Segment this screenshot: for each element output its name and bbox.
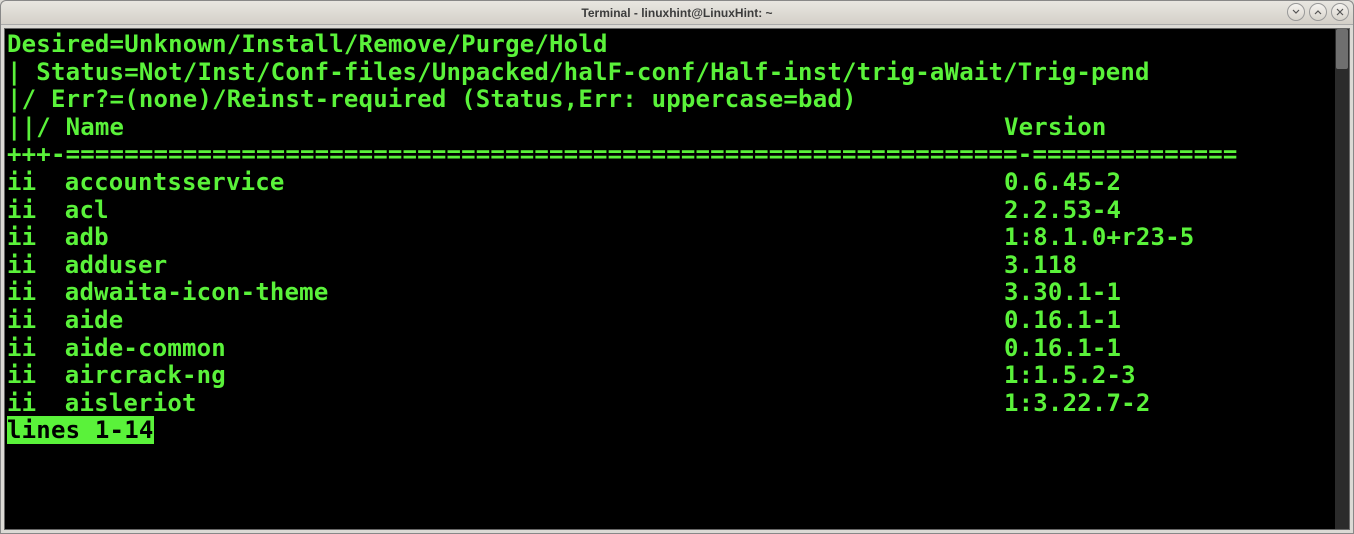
pkg-status: ii bbox=[7, 390, 65, 418]
pkg-status: ii bbox=[7, 362, 65, 390]
pager-text: lines 1-14 bbox=[7, 416, 154, 444]
pkg-status: ii bbox=[7, 197, 65, 225]
titlebar[interactable]: Terminal - linuxhint@LinuxHint: ~ bbox=[1, 1, 1353, 25]
pkg-name: aide bbox=[65, 307, 1004, 335]
pkg-name: adduser bbox=[65, 252, 1004, 280]
header-row: ||/ NameVersion bbox=[7, 114, 1335, 142]
col-name-header: ||/ Name bbox=[7, 114, 1004, 142]
pkg-status: ii bbox=[7, 224, 65, 252]
legend-line: |/ Err?=(none)/Reinst-required (Status,E… bbox=[7, 86, 1335, 114]
package-row: ii adb1:8.1.0+r23-5 bbox=[7, 224, 1335, 252]
pkg-version: 3.30.1-1 bbox=[1004, 278, 1121, 306]
maximize-button[interactable] bbox=[1309, 3, 1327, 21]
pkg-name: adwaita-icon-theme bbox=[65, 279, 1004, 307]
pkg-status: ii bbox=[7, 307, 65, 335]
pkg-name: acl bbox=[65, 197, 1004, 225]
package-row: ii adwaita-icon-theme3.30.1-1 bbox=[7, 279, 1335, 307]
legend-line: | Status=Not/Inst/Conf-files/Unpacked/ha… bbox=[7, 59, 1335, 87]
close-button[interactable] bbox=[1331, 3, 1349, 21]
pkg-version: 1:1.5.2-3 bbox=[1004, 361, 1136, 389]
pkg-name: aircrack-ng bbox=[65, 362, 1004, 390]
package-row: ii aide0.16.1-1 bbox=[7, 307, 1335, 335]
package-row: ii acl2.2.53-4 bbox=[7, 197, 1335, 225]
scrollbar[interactable] bbox=[1335, 29, 1349, 529]
pkg-version: 3.118 bbox=[1004, 251, 1077, 279]
pkg-version: 2.2.53-4 bbox=[1004, 196, 1121, 224]
pager-status: lines 1-14 bbox=[7, 417, 1335, 445]
pkg-version: 0.6.45-2 bbox=[1004, 168, 1121, 196]
legend-line: Desired=Unknown/Install/Remove/Purge/Hol… bbox=[7, 31, 1335, 59]
scrollbar-thumb[interactable] bbox=[1336, 29, 1348, 69]
pkg-version: 1:8.1.0+r23-5 bbox=[1004, 223, 1194, 251]
pkg-version: 0.16.1-1 bbox=[1004, 334, 1121, 362]
col-version-header: Version bbox=[1004, 113, 1107, 141]
pkg-name: accountsservice bbox=[65, 169, 1004, 197]
pkg-version: 1:3.22.7-2 bbox=[1004, 389, 1151, 417]
terminal-output[interactable]: Desired=Unknown/Install/Remove/Purge/Hol… bbox=[5, 29, 1335, 529]
pkg-status: ii bbox=[7, 279, 65, 307]
pkg-status: ii bbox=[7, 169, 65, 197]
package-row: ii adduser3.118 bbox=[7, 252, 1335, 280]
pkg-name: adb bbox=[65, 224, 1004, 252]
minimize-button[interactable] bbox=[1287, 3, 1305, 21]
pkg-name: aisleriot bbox=[65, 390, 1004, 418]
package-row: ii accountsservice0.6.45-2 bbox=[7, 169, 1335, 197]
package-row: ii aisleriot1:3.22.7-2 bbox=[7, 390, 1335, 418]
window-controls bbox=[1287, 3, 1349, 21]
separator-row: +++-====================================… bbox=[7, 141, 1335, 169]
pkg-name: aide-common bbox=[65, 335, 1004, 363]
pkg-version: 0.16.1-1 bbox=[1004, 306, 1121, 334]
pkg-status: ii bbox=[7, 252, 65, 280]
package-row: ii aircrack-ng1:1.5.2-3 bbox=[7, 362, 1335, 390]
terminal-container: Desired=Unknown/Install/Remove/Purge/Hol… bbox=[4, 28, 1350, 530]
package-row: ii aide-common0.16.1-1 bbox=[7, 335, 1335, 363]
pkg-status: ii bbox=[7, 335, 65, 363]
terminal-window: Terminal - linuxhint@LinuxHint: ~ Desire… bbox=[0, 0, 1354, 534]
window-title: Terminal - linuxhint@LinuxHint: ~ bbox=[581, 6, 772, 20]
